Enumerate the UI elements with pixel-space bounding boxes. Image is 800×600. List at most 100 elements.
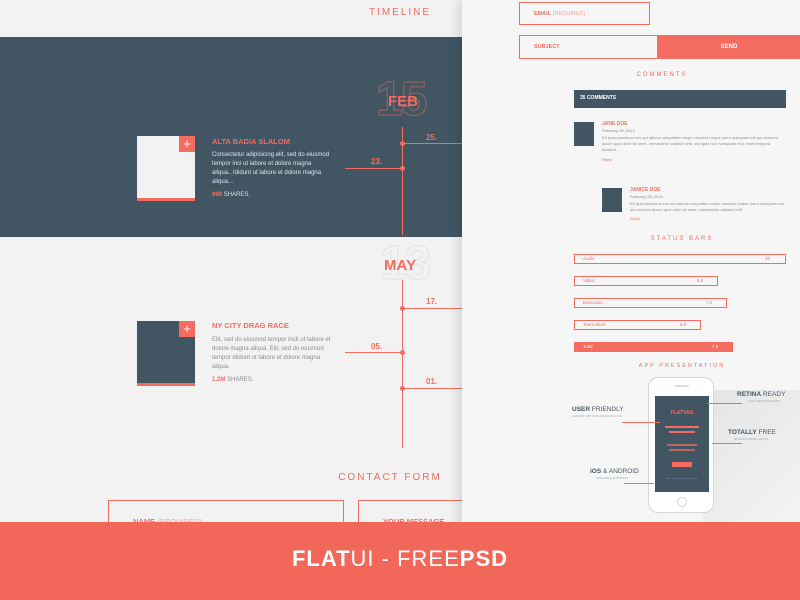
banner-bold: PSD bbox=[459, 546, 509, 571]
event-description: Elit, sed do eiusmod tempor incit ut lab… bbox=[212, 337, 331, 370]
timeline-dot bbox=[400, 166, 405, 171]
comment-author[interactable]: JANE DOE bbox=[602, 121, 628, 127]
status-bar-label: Video bbox=[583, 278, 595, 283]
plus-icon[interactable]: + bbox=[179, 321, 195, 337]
feature-user-friendly: USER FRIENDLY bbox=[572, 406, 624, 413]
status-bar-audio: Audio 10 bbox=[574, 254, 786, 264]
screen-text-line bbox=[669, 431, 695, 433]
subject-field[interactable]: SUBJECT bbox=[519, 35, 658, 59]
status-bar-label: Audio bbox=[583, 256, 595, 261]
status-bar-label: Total bbox=[583, 344, 593, 349]
status-bar-value: 6.0 bbox=[680, 322, 687, 327]
timeline-day: 23. bbox=[371, 157, 383, 166]
comments-header: 35 COMMENTS bbox=[574, 90, 786, 108]
feature-rest: FRIENDLY bbox=[590, 406, 624, 413]
timeline-day: 25. bbox=[426, 133, 438, 142]
feature-sub: HIGH DEFINITION APP bbox=[748, 399, 781, 403]
contact-title: CONTACT FORM bbox=[338, 472, 442, 483]
feature-connector bbox=[624, 483, 654, 484]
plus-icon[interactable]: + bbox=[179, 136, 195, 152]
comment-date: February 28, 2014 bbox=[630, 194, 663, 199]
timeline-dot bbox=[400, 306, 405, 311]
banner-bold: FLAT bbox=[291, 546, 351, 571]
timeline-connector bbox=[345, 168, 402, 169]
email-field-label: EMAIL bbox=[534, 11, 552, 17]
feature-bold: USER bbox=[572, 406, 591, 413]
feature-rest: & ANDROID bbox=[601, 468, 639, 475]
avatar bbox=[602, 188, 622, 212]
app-presentation-title: APP PRESENTATION bbox=[638, 363, 726, 369]
timeline-day: 17. bbox=[426, 297, 438, 306]
month-label: MAY bbox=[384, 257, 416, 274]
reply-link[interactable]: Reply bbox=[630, 216, 640, 221]
left-page: TIMELINE 15 FEB 25. 23. + ALTA BADIA SLA… bbox=[0, 0, 462, 530]
timeline-dot bbox=[400, 350, 405, 355]
event-image[interactable]: + bbox=[137, 136, 195, 201]
home-button bbox=[677, 497, 687, 507]
email-field[interactable]: EMAIL (REQUIRED) bbox=[519, 2, 650, 25]
timeline-connector bbox=[345, 352, 402, 353]
event-shares: 1.2M SHARES. bbox=[212, 377, 253, 383]
email-field-hint: (REQUIRED) bbox=[552, 11, 586, 17]
shares-label: SHARES. bbox=[223, 192, 251, 198]
status-bar-value: 7.2 bbox=[706, 300, 713, 305]
banner: FLATUI - FREEPSD bbox=[0, 522, 800, 600]
status-bar-label: Execution bbox=[583, 300, 603, 305]
timeline-connector bbox=[403, 388, 462, 389]
timeline-connector bbox=[403, 308, 462, 309]
event-title[interactable]: ALTA BADIA SLALOM bbox=[212, 137, 290, 146]
timeline-dot bbox=[400, 386, 405, 391]
status-bar-video: Video 6.8 bbox=[574, 276, 718, 286]
shares-count: 1.2M bbox=[212, 377, 226, 383]
event-image[interactable]: + bbox=[137, 321, 195, 386]
phone-shadow bbox=[702, 390, 800, 530]
comment-date: February 28, 2014 bbox=[602, 128, 635, 133]
right-page: EMAIL (REQUIRED) SUBJECT SEND COMMENTS 3… bbox=[462, 0, 800, 530]
screen-brand: FLATVAG bbox=[670, 410, 694, 416]
reply-link[interactable]: Reply bbox=[602, 157, 612, 162]
feature-bold: RETINA bbox=[737, 391, 762, 398]
feature-ios-android: iOS & ANDROID bbox=[590, 468, 639, 475]
timeline-day: 05. bbox=[371, 342, 383, 351]
status-bar-total: Total 7.5 bbox=[574, 342, 733, 352]
image-underline bbox=[137, 383, 195, 386]
comment-text: Ed quia possimus eos qui ratione volupta… bbox=[602, 135, 778, 152]
banner-text: UI - FREE bbox=[350, 546, 460, 571]
shares-label: SHARES. bbox=[227, 377, 254, 383]
month-label: FEB bbox=[388, 93, 418, 110]
image-underline bbox=[137, 198, 195, 201]
status-bar-value: 7.5 bbox=[712, 344, 719, 349]
feature-rest: READY bbox=[761, 391, 786, 398]
screen-text-line bbox=[665, 426, 699, 428]
comment-author[interactable]: JANICE DOE bbox=[630, 187, 661, 193]
feature-rest: FREE bbox=[756, 429, 776, 436]
timeline-dot bbox=[400, 141, 405, 146]
subject-field-label: SUBJECT bbox=[534, 44, 560, 50]
comments-title: COMMENTS bbox=[636, 72, 688, 78]
feature-sub: EASIEST APP FOR ANDROID & IOS bbox=[572, 414, 622, 418]
screen-text-line bbox=[667, 444, 697, 446]
screen-text-line bbox=[669, 449, 695, 451]
status-bars-title: STATUS BARS bbox=[650, 236, 714, 242]
comment-text: Ed quia possimus eos qui ratione volupta… bbox=[630, 201, 784, 212]
feature-connector bbox=[712, 443, 742, 444]
feature-totally-free: TOTALLY FREE bbox=[728, 429, 776, 436]
feature-connector bbox=[707, 403, 742, 404]
event-shares: 999 SHARES. bbox=[212, 192, 250, 198]
status-bar-value: 6.8 bbox=[697, 278, 704, 283]
event-description: Consectetur adipisicing elit, sed do eiu… bbox=[212, 152, 330, 185]
phone-speaker bbox=[675, 385, 689, 387]
banner-title: FLATUI - FREEPSD bbox=[0, 546, 800, 572]
send-button[interactable]: SEND bbox=[658, 35, 800, 59]
feature-connector bbox=[622, 422, 660, 423]
event-title[interactable]: NY CITY DRAG RACE bbox=[212, 321, 289, 330]
timeline-day: 01. bbox=[426, 377, 438, 386]
timeline-title: TIMELINE bbox=[368, 7, 432, 18]
shares-count: 999 bbox=[212, 192, 223, 198]
status-bar-execution: Execution 7.2 bbox=[574, 298, 727, 308]
feature-sub: AVAILABLE FOR BOTH bbox=[596, 476, 629, 480]
status-bar-value: 10 bbox=[765, 256, 771, 261]
status-bar-team-work: Team Work 6.0 bbox=[574, 320, 701, 330]
feature-retina-ready: RETINA READY bbox=[737, 391, 785, 398]
phone-screen: FLATVAG bbox=[655, 396, 709, 492]
